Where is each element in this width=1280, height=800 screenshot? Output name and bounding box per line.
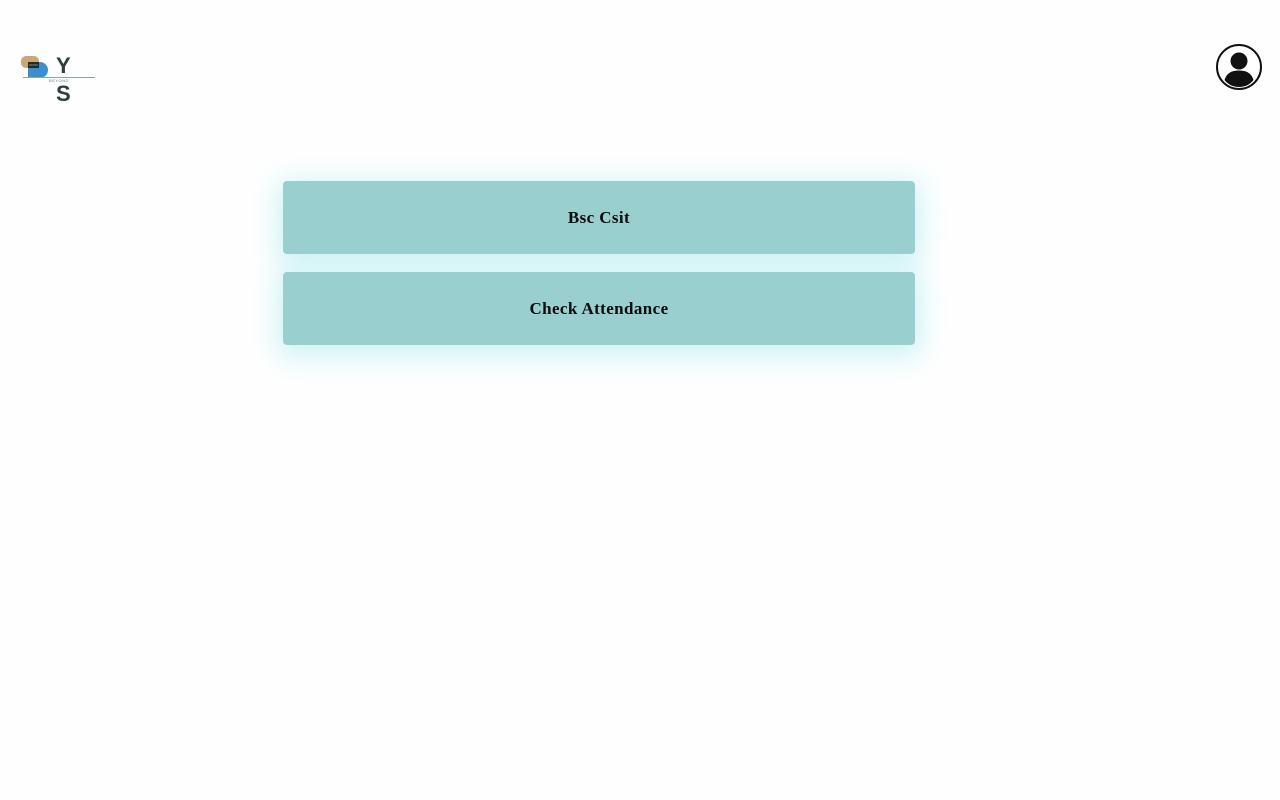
logo-tagline: BEYOND — [23, 77, 95, 83]
bsc-csit-button-label: Bsc Csit — [567, 207, 631, 227]
check-attendance-button[interactable]: Check Attendance — [283, 272, 915, 345]
logo[interactable]: Y S BEYOND — [20, 52, 100, 106]
bsc-csit-button[interactable]: Bsc Csit — [283, 181, 915, 254]
user-avatar-icon[interactable] — [1215, 43, 1263, 91]
header: Y S BEYOND — [0, 0, 1280, 130]
check-attendance-button-label: Check Attendance — [529, 298, 669, 318]
menu: Bsc Csit Check Attendance — [283, 181, 915, 363]
